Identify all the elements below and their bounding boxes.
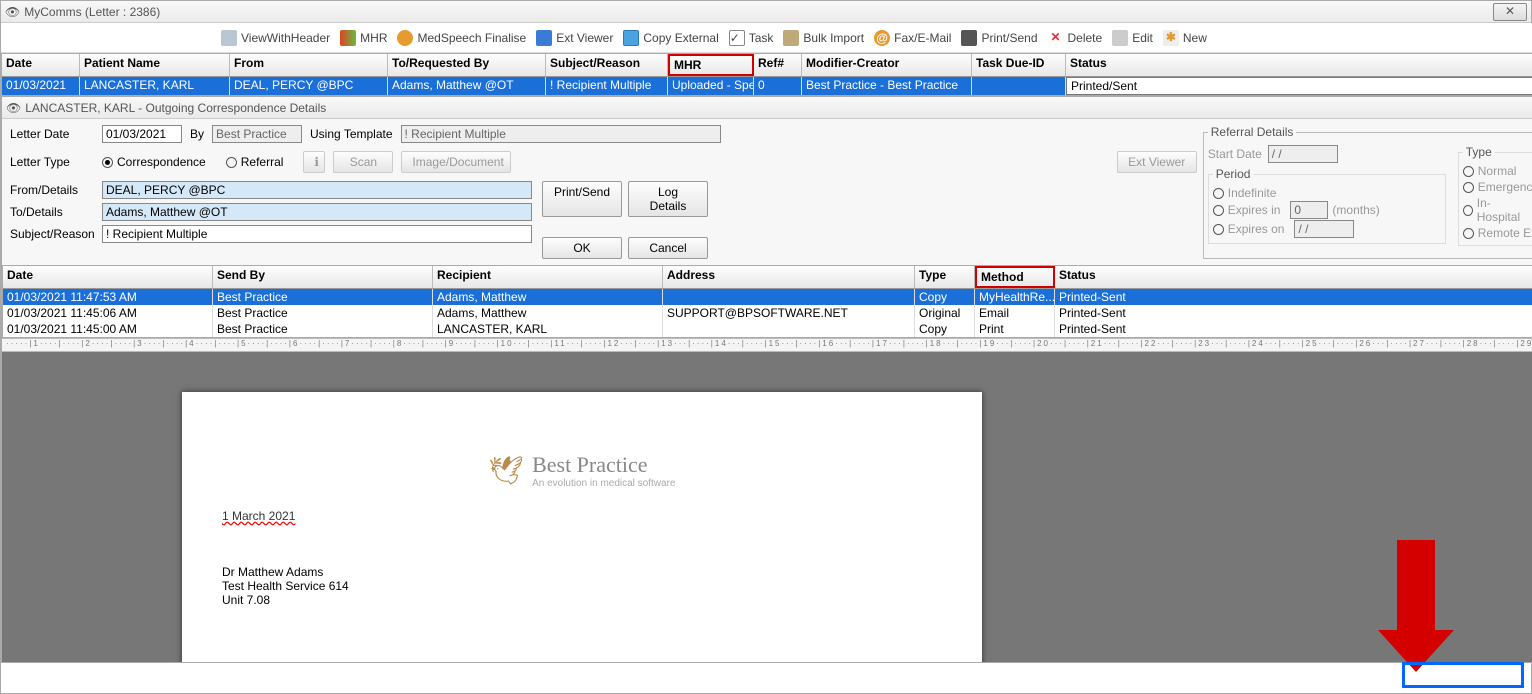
col-patient[interactable]: Patient Name	[80, 54, 230, 76]
log-row[interactable]: 01/03/2021 11:45:06 AMBest PracticeAdams…	[3, 305, 1532, 321]
logdetails-button[interactable]: Log Details	[628, 181, 708, 217]
bulk-button[interactable]: Bulk Import	[783, 30, 864, 46]
log-row[interactable]: 01/03/2021 11:47:53 AMBest PracticeAdams…	[3, 289, 1532, 305]
eye-icon: 👁	[6, 101, 21, 115]
col-mhr[interactable]: MHR	[668, 54, 754, 76]
log-row[interactable]: 01/03/2021 11:45:00 AMBest PracticeLANCA…	[3, 321, 1532, 337]
extviewer-button: Ext Viewer	[1117, 151, 1197, 173]
col-subject[interactable]: Subject/Reason	[546, 54, 668, 76]
new-button[interactable]: ✱New	[1163, 30, 1207, 46]
template-field: ! Recipient Multiple	[401, 125, 721, 143]
cancel-button[interactable]: Cancel	[628, 237, 708, 259]
letterdate-label: Letter Date	[10, 127, 94, 141]
doc-date: 1 March 2021	[222, 509, 942, 523]
window-title: MyComms (Letter : 2386)	[24, 5, 160, 19]
letters-row[interactable]: 01/03/2021 LANCASTER, KARL DEAL, PERCY @…	[2, 77, 1532, 95]
todetails-field[interactable]: Adams, Matthew @OT	[102, 203, 532, 221]
copyext-button[interactable]: Copy External	[623, 30, 718, 46]
document-preview[interactable]: 🕊 Best Practice An evolution in medical …	[2, 352, 1532, 662]
doc-addr1: Dr Matthew Adams	[222, 565, 942, 579]
logo-title: Best Practice	[532, 452, 675, 478]
printsend-button[interactable]: Print/Send	[961, 30, 1037, 46]
referral-details-group: Referral Details Start Date / / Period I…	[1203, 125, 1532, 259]
highlight-annotation	[1402, 662, 1524, 688]
medspeech-button[interactable]: MedSpeech Finalise	[397, 30, 526, 46]
fax-button[interactable]: @Fax/E-Mail	[874, 30, 951, 46]
by-label: By	[190, 127, 204, 141]
viewheader-button[interactable]: ViewWithHeader	[221, 30, 330, 46]
logo-subtitle: An evolution in medical software	[532, 478, 675, 489]
subject-label: Subject/Reason	[10, 227, 94, 241]
referral-legend: Referral Details	[1208, 125, 1297, 139]
ruler: ·····|1····|····|2····|····|3····|····|4…	[2, 338, 1532, 352]
main-titlebar: 👁 MyComms (Letter : 2386) ✕	[1, 1, 1531, 23]
referral-radio[interactable]: Referral	[226, 155, 284, 169]
col-taskdue[interactable]: Task Due-ID	[972, 54, 1066, 76]
eye-icon: 👁	[5, 5, 20, 19]
fromdetails-label: From/Details	[10, 183, 94, 197]
scan-button: Scan	[333, 151, 393, 173]
by-field: Best Practice	[212, 125, 302, 143]
letters-grid[interactable]: Date Patient Name From To/Requested By S…	[1, 53, 1532, 96]
imagedoc-button: Image/Document	[401, 151, 511, 173]
dialog-title: LANCASTER, KARL - Outgoing Correspondenc…	[25, 101, 326, 115]
extviewer-button[interactable]: Ext Viewer	[536, 30, 613, 46]
col-date[interactable]: Date	[2, 54, 80, 76]
template-label: Using Template	[310, 127, 393, 141]
lettertype-label: Letter Type	[10, 155, 94, 169]
edit-button[interactable]: Edit	[1112, 30, 1153, 46]
printsend-button[interactable]: Print/Send	[542, 181, 622, 217]
col-status[interactable]: Status	[1066, 54, 1532, 76]
info-button: ℹ	[303, 151, 325, 173]
delete-button[interactable]: ✕Delete	[1048, 30, 1103, 46]
fromdetails-field[interactable]: DEAL, PERCY @BPC	[102, 181, 532, 199]
col-ref[interactable]: Ref#	[754, 54, 802, 76]
col-to[interactable]: To/Requested By	[388, 54, 546, 76]
close-button[interactable]: ✕	[1493, 3, 1527, 21]
doc-addr3: Unit 7.08	[222, 593, 942, 607]
main-toolbar: ViewWithHeader MHR MedSpeech Finalise Ex…	[1, 23, 1532, 53]
subject-field[interactable]: ! Recipient Multiple	[102, 225, 532, 243]
ok-button[interactable]: OK	[542, 237, 622, 259]
mhr-button[interactable]: MHR	[340, 30, 387, 46]
col-modifier[interactable]: Modifier-Creator	[802, 54, 972, 76]
send-log-grid[interactable]: Date Send By Recipient Address Type Meth…	[2, 265, 1532, 338]
doc-addr2: Test Health Service 614	[222, 579, 942, 593]
correspondence-radio[interactable]: Correspondence	[102, 155, 206, 169]
dialog-titlebar: 👁 LANCASTER, KARL - Outgoing Corresponde…	[2, 97, 1532, 119]
letterdate-field[interactable]: 01/03/2021	[102, 125, 182, 143]
status-dropdown[interactable]: Printed/Sent▾	[1066, 77, 1532, 95]
col-from[interactable]: From	[230, 54, 388, 76]
task-button[interactable]: ✓Task	[729, 30, 774, 46]
bird-icon: 🕊	[489, 454, 525, 487]
todetails-label: To/Details	[10, 205, 94, 219]
